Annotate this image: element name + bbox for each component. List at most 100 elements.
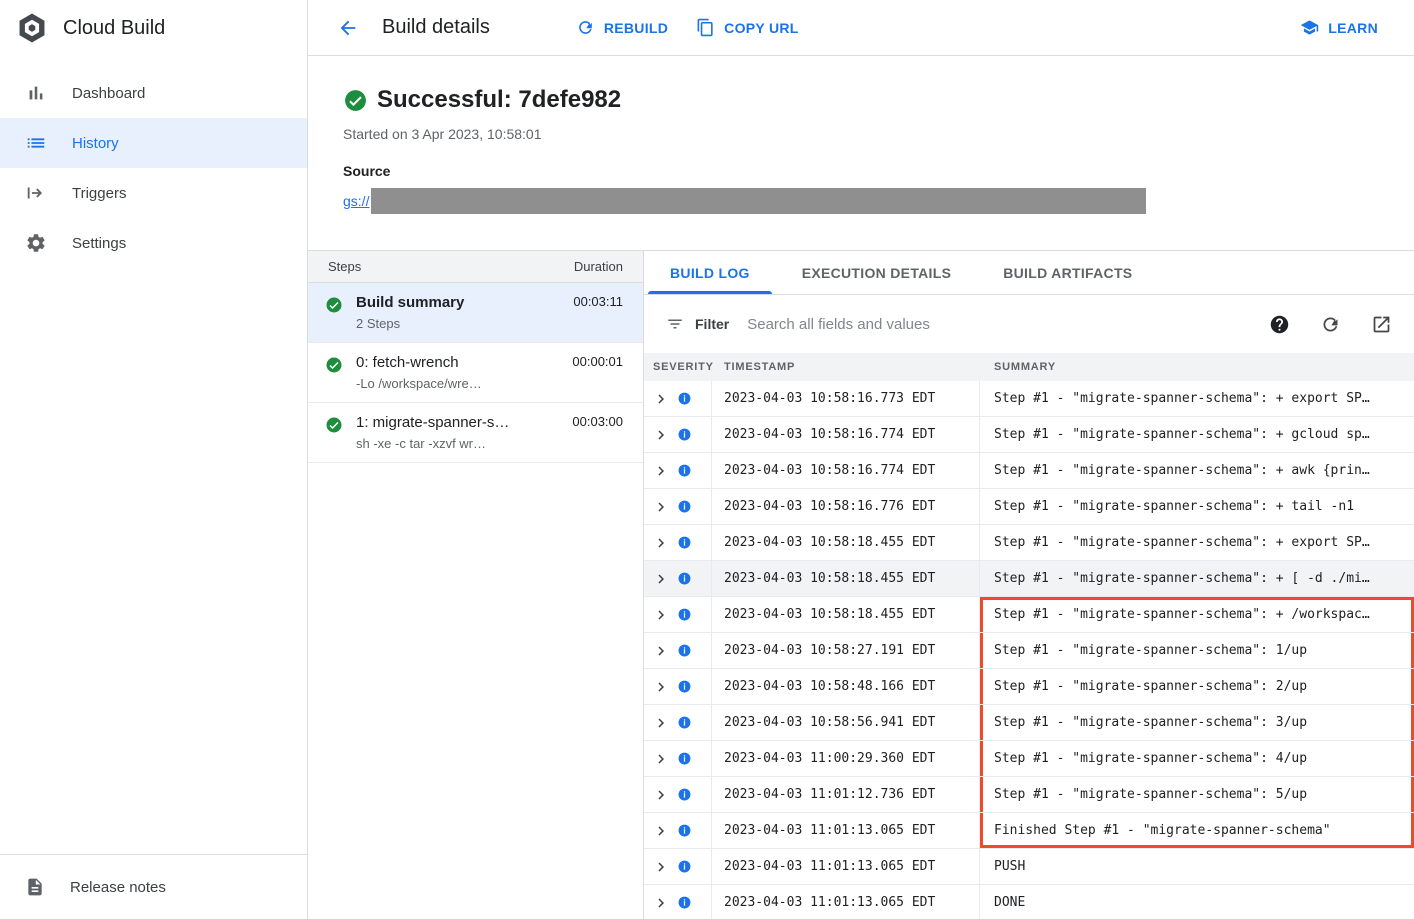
sidebar-item-triggers[interactable]: Triggers — [0, 168, 307, 218]
info-severity-icon — [677, 823, 692, 838]
log-timestamp: 2023-04-03 11:00:29.360 EDT — [712, 741, 980, 776]
expand-chevron-icon[interactable] — [652, 642, 670, 660]
back-button[interactable] — [328, 8, 368, 48]
release-notes-icon — [25, 877, 45, 897]
learn-button[interactable]: LEARN — [1286, 10, 1392, 45]
expand-chevron-icon[interactable] — [652, 390, 670, 408]
expand-chevron-icon[interactable] — [652, 570, 670, 588]
cloud-build-logo-icon — [15, 11, 49, 45]
expand-chevron-icon[interactable] — [652, 534, 670, 552]
step-success-check-icon — [325, 356, 343, 391]
log-severity-cell — [644, 453, 712, 488]
open-in-new-button[interactable] — [1371, 314, 1392, 335]
tab-execution-details[interactable]: EXECUTION DETAILS — [776, 251, 978, 294]
log-table-header: SEVERITY TIMESTAMP SUMMARY — [644, 353, 1414, 381]
log-summary: Step #1 - "migrate-spanner-schema": + ta… — [980, 489, 1414, 524]
info-severity-icon — [677, 859, 692, 874]
log-row: 2023-04-03 10:58:56.941 EDT Step #1 - "m… — [644, 705, 1414, 741]
log-timestamp: 2023-04-03 10:58:18.455 EDT — [712, 525, 980, 560]
log-timestamp: 2023-04-03 11:01:12.736 EDT — [712, 777, 980, 812]
release-notes-button[interactable]: Release notes — [0, 854, 307, 919]
filter-bar-actions — [1269, 314, 1392, 335]
step-duration: 00:03:00 — [572, 414, 623, 451]
step-row-1-migrate-spanner-s[interactable]: 1: migrate-spanner-s… sh -xe -c tar -xzv… — [308, 403, 643, 463]
log-search-input[interactable] — [747, 316, 1243, 333]
log-row: 2023-04-03 10:58:48.166 EDT Step #1 - "m… — [644, 669, 1414, 705]
info-severity-icon — [677, 499, 692, 514]
log-timestamp: 2023-04-03 10:58:27.191 EDT — [712, 633, 980, 668]
log-summary: Step #1 - "migrate-spanner-schema": 4/up — [980, 741, 1414, 776]
build-details-content: Steps Duration Build summary 2 Steps 00:… — [308, 250, 1414, 919]
log-severity-cell — [644, 633, 712, 668]
log-timestamp: 2023-04-03 10:58:16.774 EDT — [712, 417, 980, 452]
log-row: 2023-04-03 10:58:18.455 EDT Step #1 - "m… — [644, 561, 1414, 597]
step-success-check-icon — [325, 416, 343, 451]
expand-chevron-icon[interactable] — [652, 894, 670, 912]
log-timestamp: 2023-04-03 11:01:13.065 EDT — [712, 813, 980, 848]
summary-column-header: SUMMARY — [980, 361, 1414, 373]
filter-bar: Filter — [644, 295, 1414, 353]
sidebar-item-history[interactable]: History — [0, 118, 307, 168]
expand-chevron-icon[interactable] — [652, 426, 670, 444]
help-button[interactable] — [1269, 314, 1290, 335]
log-row: 2023-04-03 10:58:16.773 EDT Step #1 - "m… — [644, 381, 1414, 417]
log-summary: Step #1 - "migrate-spanner-schema": + [ … — [980, 561, 1414, 596]
source-link[interactable]: gs:// — [343, 193, 369, 209]
sidebar-header: Cloud Build — [0, 0, 307, 56]
success-check-icon — [343, 88, 368, 113]
expand-chevron-icon[interactable] — [652, 714, 670, 732]
log-summary: Step #1 - "migrate-spanner-schema": + aw… — [980, 453, 1414, 488]
expand-chevron-icon[interactable] — [652, 606, 670, 624]
log-row: 2023-04-03 10:58:16.774 EDT Step #1 - "m… — [644, 453, 1414, 489]
log-summary: Step #1 - "migrate-spanner-schema": 2/up — [980, 669, 1414, 704]
log-severity-cell — [644, 885, 712, 919]
log-severity-cell — [644, 525, 712, 560]
sidebar-item-settings[interactable]: Settings — [0, 218, 307, 268]
log-timestamp: 2023-04-03 10:58:48.166 EDT — [712, 669, 980, 704]
step-subtitle: 2 Steps — [356, 316, 560, 331]
log-severity-cell — [644, 813, 712, 848]
filter-button[interactable]: Filter — [666, 315, 729, 333]
log-summary: Step #1 - "migrate-spanner-schema": + ex… — [980, 381, 1414, 416]
tab-label: EXECUTION DETAILS — [802, 265, 952, 281]
tab-label: BUILD LOG — [670, 265, 750, 281]
refresh-icon — [576, 18, 595, 37]
tab-build-log[interactable]: BUILD LOG — [644, 251, 776, 294]
expand-chevron-icon[interactable] — [652, 678, 670, 696]
steps-panel: Steps Duration Build summary 2 Steps 00:… — [308, 251, 644, 919]
copy-url-button[interactable]: COPY URL — [682, 10, 813, 45]
log-row: 2023-04-03 11:01:13.065 EDT DONE — [644, 885, 1414, 919]
rebuild-button[interactable]: REBUILD — [562, 10, 682, 45]
log-timestamp: 2023-04-03 10:58:16.773 EDT — [712, 381, 980, 416]
log-summary: Step #1 - "migrate-spanner-schema": 5/up — [980, 777, 1414, 812]
expand-chevron-icon[interactable] — [652, 462, 670, 480]
refresh-log-button[interactable] — [1320, 314, 1341, 335]
info-severity-icon — [677, 751, 692, 766]
step-row-0-fetch-wrench[interactable]: 0: fetch-wrench -Lo /workspace/wre… 00:0… — [308, 343, 643, 403]
expand-chevron-icon[interactable] — [652, 498, 670, 516]
info-severity-icon — [677, 463, 692, 478]
log-summary: PUSH — [980, 849, 1414, 884]
log-summary: Step #1 - "migrate-spanner-schema": + gc… — [980, 417, 1414, 452]
sidebar-item-dashboard[interactable]: Dashboard — [0, 68, 307, 118]
step-row-build-summary[interactable]: Build summary 2 Steps 00:03:11 — [308, 283, 643, 343]
arrow-back-icon — [337, 17, 359, 39]
source-line: gs:// — [343, 188, 1390, 214]
learn-icon — [1300, 18, 1319, 37]
expand-chevron-icon[interactable] — [652, 750, 670, 768]
app-title: Cloud Build — [63, 17, 165, 40]
refresh-icon — [1320, 314, 1341, 335]
log-severity-cell — [644, 417, 712, 452]
expand-chevron-icon[interactable] — [652, 822, 670, 840]
severity-column-header: SEVERITY — [644, 361, 712, 373]
learn-label: LEARN — [1328, 20, 1378, 36]
expand-chevron-icon[interactable] — [652, 786, 670, 804]
info-severity-icon — [677, 787, 692, 802]
expand-chevron-icon[interactable] — [652, 858, 670, 876]
source-label: Source — [343, 163, 1390, 179]
log-severity-cell — [644, 489, 712, 524]
tab-build-artifacts[interactable]: BUILD ARTIFACTS — [977, 251, 1158, 294]
sidebar-item-label: Dashboard — [72, 85, 145, 102]
log-severity-cell — [644, 669, 712, 704]
info-severity-icon — [677, 679, 692, 694]
